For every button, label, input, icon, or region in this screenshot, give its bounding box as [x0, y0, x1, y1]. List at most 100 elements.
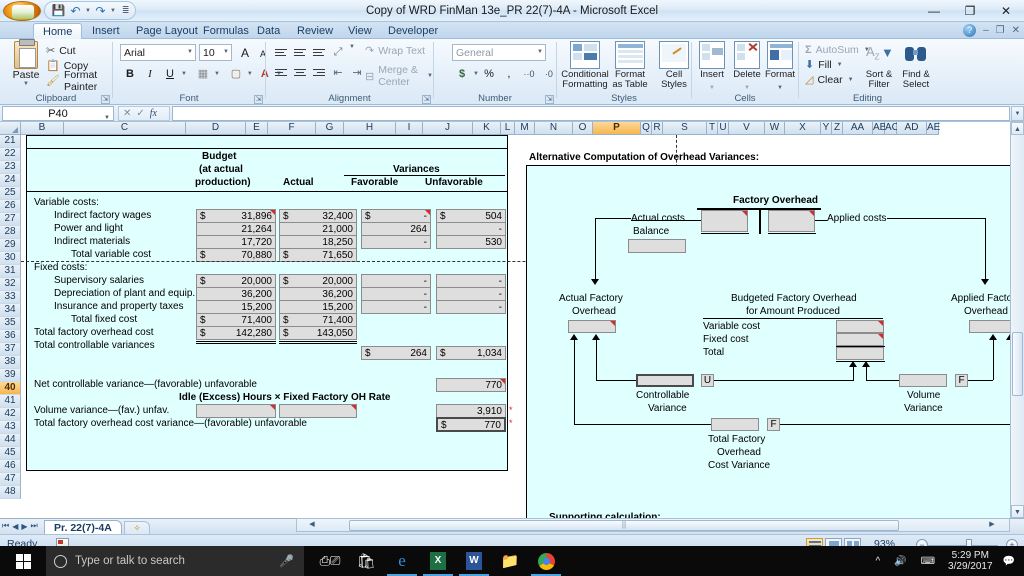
orientation-icon[interactable]: ⤢	[329, 44, 347, 61]
cell-unfav-supervisory[interactable]: -	[436, 274, 506, 288]
row-header-41[interactable]: 41	[0, 395, 21, 408]
row-header-35[interactable]: 35	[0, 317, 21, 330]
cell-actual-total-fixed[interactable]: $ 71,400	[279, 313, 357, 327]
first-sheet-icon[interactable]: ⏮	[2, 521, 9, 531]
prev-sheet-icon[interactable]: ◀	[12, 522, 18, 531]
cell-actual-costs-debit[interactable]	[701, 210, 748, 232]
alignment-dialog-launcher[interactable]: ⇲	[422, 95, 431, 104]
font-name-input[interactable]: Arial	[120, 44, 196, 61]
align-left-icon[interactable]	[272, 64, 290, 81]
format-painter-button[interactable]: 🖌 Format Painter	[46, 69, 112, 93]
column-header-ab[interactable]: AB	[873, 122, 886, 135]
vertical-scrollbar[interactable]: ▲ ▼	[1010, 122, 1024, 518]
cell-unfav-power-light[interactable]: -	[436, 222, 506, 236]
flag-controllable-unfavorable[interactable]: U	[701, 374, 714, 387]
help-icon[interactable]: ?	[963, 24, 977, 37]
excel-icon[interactable]: X	[420, 546, 456, 576]
tab-developer[interactable]: Developer	[379, 23, 447, 39]
tab-insert[interactable]: Insert	[83, 23, 129, 39]
tab-view[interactable]: View	[339, 23, 381, 39]
row-header-38[interactable]: 38	[0, 356, 21, 369]
row-header-21[interactable]: 21	[0, 135, 21, 148]
cell-actual-indirect-wages[interactable]: $ 32,400	[279, 209, 357, 223]
number-dialog-launcher[interactable]: ⇲	[545, 95, 554, 104]
delete-dropdown-icon[interactable]: ▼	[744, 85, 750, 91]
row-header-23[interactable]: 23	[0, 161, 21, 174]
edge-icon[interactable]: e	[384, 546, 420, 576]
paste-button[interactable]: Paste ▼	[6, 39, 46, 87]
column-header-z[interactable]: Z	[832, 122, 843, 135]
underline-dropdown-icon[interactable]: ▼	[181, 71, 187, 77]
borders-icon[interactable]: ▦	[193, 64, 213, 83]
row-header-33[interactable]: 33	[0, 291, 21, 304]
cell-actual-supervisory[interactable]: $ 20,000	[279, 274, 357, 288]
align-center-icon[interactable]	[291, 64, 309, 81]
minimize-button[interactable]: —	[916, 0, 952, 22]
last-sheet-icon[interactable]: ⏭	[31, 521, 38, 531]
cell-budgeted-total[interactable]	[836, 347, 884, 360]
merge-center-button[interactable]: ⊟ Merge & Center ▼	[365, 64, 433, 88]
delete-cells-button[interactable]: Delete ▼	[729, 41, 765, 92]
column-header-m[interactable]: M	[515, 122, 535, 135]
cell-unfav-indirect-wages[interactable]: $ 504	[436, 209, 506, 223]
currency-format-icon[interactable]: $	[452, 64, 472, 83]
wrap-text-button[interactable]: ↷ Wrap Text	[365, 44, 425, 58]
search-box[interactable]: Type or talk to search 🎤	[46, 546, 304, 576]
fill-color-icon[interactable]: ▢	[226, 64, 246, 83]
row-header-31[interactable]: 31	[0, 265, 21, 278]
horizontal-scrollbar[interactable]: ◀ ▶	[296, 518, 1010, 532]
column-header-e[interactable]: E	[246, 122, 268, 135]
row-header-32[interactable]: 32	[0, 278, 21, 291]
flag-total-foh-favorable[interactable]: F	[767, 418, 780, 431]
decrease-indent-icon[interactable]: ⇤	[329, 64, 347, 81]
insert-cells-button[interactable]: Insert ▼	[694, 41, 730, 92]
row-header-42[interactable]: 42	[0, 408, 21, 421]
row-header-45[interactable]: 45	[0, 447, 21, 460]
cut-button[interactable]: ✂ Cut	[46, 43, 112, 58]
ribbon-close-icon[interactable]: ✕	[1012, 25, 1020, 36]
next-sheet-icon[interactable]: ▶	[21, 522, 27, 531]
keyboard-icon[interactable]: ⌨	[914, 556, 942, 567]
cell-budget-indirect-wages[interactable]: $ 31,896	[196, 209, 276, 223]
align-top-icon[interactable]	[272, 44, 290, 61]
row-header-26[interactable]: 26	[0, 200, 21, 213]
row-header-24[interactable]: 24	[0, 174, 21, 187]
grow-font-icon[interactable]: A	[235, 43, 255, 62]
clear-dropdown-icon[interactable]: ▼	[848, 77, 854, 83]
cell-unfav-insurance[interactable]: -	[436, 300, 506, 314]
cell-fav-power-light[interactable]: 264	[361, 222, 431, 236]
scroll-up-arrow-icon[interactable]: ▲	[1011, 122, 1024, 135]
column-header-g[interactable]: G	[316, 122, 344, 135]
cell-unfav-indirect-materials[interactable]: 530	[436, 235, 506, 249]
cell-budget-indirect-materials[interactable]: 17,720	[196, 235, 276, 249]
formula-input[interactable]	[172, 106, 1010, 121]
insert-function-icon[interactable]: fx	[150, 108, 157, 119]
cell-net-controllable-variance[interactable]: 770	[436, 378, 506, 392]
column-header-i[interactable]: I	[396, 122, 423, 135]
column-header-j[interactable]: J	[423, 122, 473, 135]
cell-fav-indirect-materials[interactable]: -	[361, 235, 431, 249]
column-header-k[interactable]: K	[473, 122, 501, 135]
insert-dropdown-icon[interactable]: ▼	[709, 85, 715, 91]
row-header-43[interactable]: 43	[0, 421, 21, 434]
row-header-39[interactable]: 39	[0, 369, 21, 382]
bold-button[interactable]: B	[120, 64, 140, 83]
orientation-dropdown-icon[interactable]: ▼	[349, 44, 355, 61]
cell-volume-variance-diagram[interactable]	[899, 374, 947, 387]
restore-button[interactable]: ❐	[952, 0, 988, 22]
column-header-l[interactable]: L	[501, 122, 515, 135]
font-name-dropdown-icon[interactable]: ▼	[187, 49, 193, 55]
row-header-30[interactable]: 30	[0, 252, 21, 265]
find-select-button[interactable]: Find & Select	[897, 41, 935, 90]
worksheet-grid[interactable]: B C D E F G H I J K L M N O P Q R S T U V W X Y Z AA AB AC AD AE 21 22…	[0, 122, 1024, 518]
expand-formula-bar-icon[interactable]: ▼	[1011, 106, 1024, 121]
cell-budget-power-light[interactable]: 21,264	[196, 222, 276, 236]
task-view-icon[interactable]: ⎙⎚	[312, 546, 348, 576]
comma-format-icon[interactable]: ,	[499, 64, 519, 83]
cell-fav-depreciation[interactable]: -	[361, 287, 431, 301]
cell-budget-total-overhead[interactable]: $ 142,280	[196, 326, 276, 340]
horizontal-scroll-thumb[interactable]	[349, 520, 899, 531]
cell-controllable-variance[interactable]	[636, 374, 694, 387]
column-header-h[interactable]: H	[344, 122, 396, 135]
cell-actual-insurance[interactable]: 15,200	[279, 300, 357, 314]
